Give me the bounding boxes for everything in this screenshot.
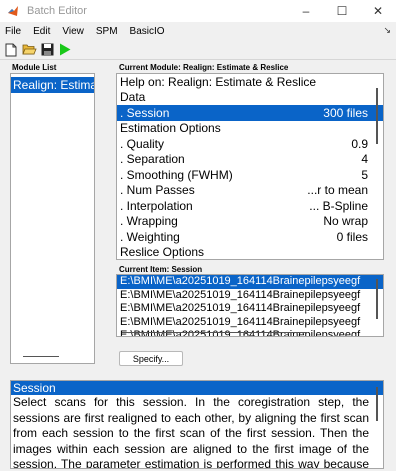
option-name: Weighting [120,230,337,244]
module-option-row[interactable]: Session300 files [117,105,383,121]
matlab-icon [8,6,18,16]
option-value: ...r to mean [307,183,368,198]
close-icon: ✕ [372,4,384,18]
dock-arrow-icon[interactable]: ↘ [383,25,391,36]
menu-basicio[interactable]: BasicIO [124,26,171,37]
module-option-row[interactable]: Estimation Options [117,121,383,137]
file-list-item[interactable]: E:\BMI\ME\a20251019_164114Brainepilepsye… [117,302,383,316]
module-option-row[interactable]: Weighting0 files [117,229,383,245]
option-value: 5 [361,167,368,182]
menu-bar: File Edit View SPM BasicIO ↘ [0,22,396,40]
horizontal-scrollbar[interactable] [23,356,59,357]
file-list-item[interactable]: E:\BMI\ME\a20251019_164114Brainepilepsye… [117,329,383,336]
module-option-row[interactable]: WrappingNo wrap [117,214,383,230]
file-list-item[interactable]: E:\BMI\ME\a20251019_164114Brainepilepsye… [117,289,383,303]
module-list[interactable]: Realign: Estimate & Reslice [10,73,95,364]
option-name: Smoothing (FWHM) [120,168,361,182]
vertical-scrollbar[interactable] [376,387,378,421]
title-bar: Batch Editor – ☐ ✕ [0,0,396,22]
minimize-icon: – [302,4,310,18]
module-option-row[interactable]: Help on: Realign: Estimate & Reslice [117,74,383,90]
file-list-item[interactable]: E:\BMI\ME\a20251019_164114Brainepilepsye… [117,316,383,330]
menu-view[interactable]: View [56,26,90,37]
vertical-scrollbar[interactable] [376,88,378,144]
option-name: Estimation Options [120,121,221,136]
open-button[interactable] [21,42,37,58]
current-item-label: Current Item: Session [119,265,203,274]
module-list-item[interactable]: Realign: Estimate & Reslice [11,77,94,93]
module-list-label: Module List [12,63,57,72]
save-icon [41,43,53,56]
current-item-list[interactable]: E:\BMI\ME\a20251019_164114Brainepilepsye… [116,274,384,337]
horizontal-scrollbar[interactable] [122,332,307,333]
maximize-icon: ☐ [336,4,348,18]
close-button[interactable]: ✕ [360,0,396,22]
option-value: ... B-Spline [309,198,368,213]
option-name: Num Passes [120,183,307,197]
option-value: 0 files [336,229,368,244]
option-name: Quality [120,137,351,151]
option-value: 0.9 [351,136,368,151]
menu-spm[interactable]: SPM [90,26,124,37]
minimize-button[interactable]: – [288,0,324,22]
module-option-row[interactable]: Smoothing (FWHM)5 [117,167,383,183]
specify-button[interactable]: Specify... [119,351,183,366]
option-value: 300 files [323,105,368,120]
module-option-row[interactable]: Data [117,90,383,106]
option-value: 4 [361,152,368,167]
module-option-row[interactable]: Num Passes...r to mean [117,183,383,199]
option-name: Separation [120,152,361,166]
option-name: Session [120,106,323,120]
menu-edit[interactable]: Edit [27,26,56,37]
module-option-row[interactable]: Reslice Options [117,245,383,260]
module-option-row[interactable]: Interpolation... B-Spline [117,198,383,214]
toolbar [0,40,396,60]
new-file-button[interactable] [3,42,19,58]
help-panel: Session Select scans for this session. I… [10,380,384,469]
option-name: Help on: Realign: Estimate & Reslice [120,74,317,89]
menu-file[interactable]: File [0,26,27,37]
window-title: Batch Editor [27,5,87,17]
option-name: Reslice Options [120,245,205,260]
help-title: Session [11,381,383,395]
maximize-button[interactable]: ☐ [324,0,360,22]
run-icon [60,43,71,56]
save-button[interactable] [39,42,55,58]
module-option-row[interactable]: Quality0.9 [117,136,383,152]
module-option-row[interactable]: Separation4 [117,152,383,168]
help-text: Select scans for this session. In the co… [13,395,369,469]
vertical-scrollbar[interactable] [376,279,378,319]
option-name: Interpolation [120,199,309,213]
option-value: No wrap [323,214,368,229]
current-module-label: Current Module: Realign: Estimate & Resl… [119,63,289,72]
open-folder-icon [21,44,37,55]
option-name: Wrapping [120,214,323,228]
option-name: Data [120,90,146,105]
current-module-tree[interactable]: Help on: Realign: Estimate & Reslice Data… [116,73,384,260]
new-file-icon [5,43,17,56]
run-button[interactable] [57,42,73,58]
file-list-item[interactable]: E:\BMI\ME\a20251019_164114Brainepilepsye… [117,275,383,289]
